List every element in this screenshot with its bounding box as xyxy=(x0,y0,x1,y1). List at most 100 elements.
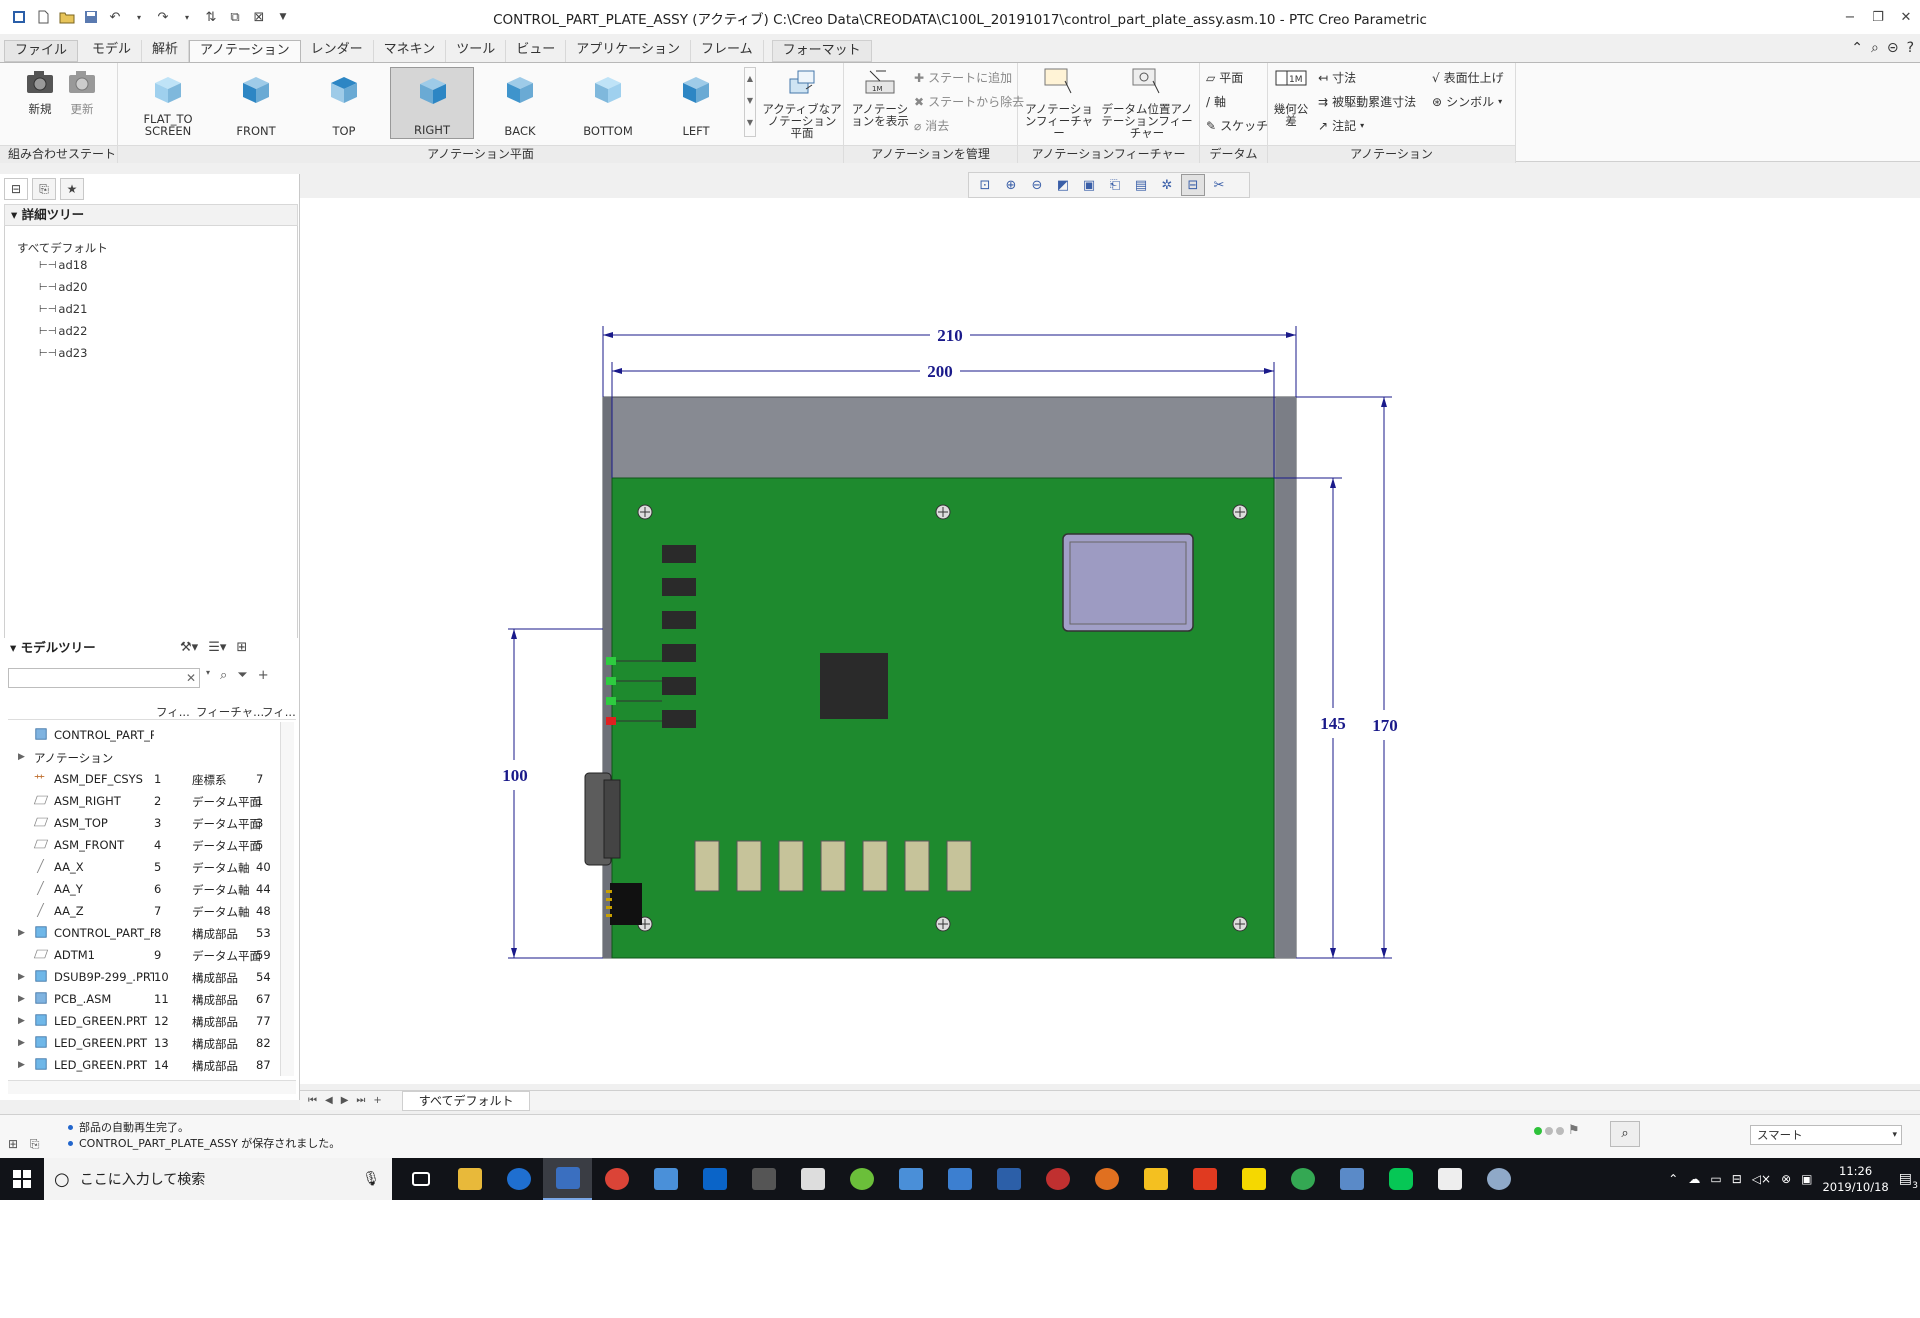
detail-item[interactable]: ⊢⊣ ad20 xyxy=(39,280,87,294)
next-tab-icon[interactable]: ▶ xyxy=(341,1095,349,1106)
planes-scroll[interactable]: ▲ ▼ ▼ xyxy=(744,67,756,137)
expand-arrow-icon[interactable]: ▶ xyxy=(18,928,25,938)
windows-icon[interactable]: ⧉ xyxy=(226,8,244,26)
model-tree-row[interactable]: ASM_RIGHT 2 データム平面 1 xyxy=(8,790,278,812)
m-app-icon[interactable] xyxy=(1131,1158,1180,1200)
detail-item[interactable]: ⊢⊣ ad21 xyxy=(39,302,87,316)
detail-item[interactable]: ⊢⊣ ad18 xyxy=(39,258,87,272)
saved-orientations-icon[interactable]: ⎗ xyxy=(1103,174,1127,196)
detail-item[interactable]: ⊢⊣ ad22 xyxy=(39,324,87,338)
graphics-area[interactable]: 210 200 145 170 100 xyxy=(300,198,1920,1084)
detail-root[interactable]: すべてデフォルト xyxy=(17,240,108,256)
plane-flat-to-screen-button[interactable]: FLAT_TO SCREEN xyxy=(126,67,210,139)
update-state-button[interactable]: 更新 xyxy=(62,67,102,115)
gtol-button[interactable]: 1M 幾何公差 xyxy=(1272,67,1310,127)
volume-icon[interactable]: ◁× xyxy=(1752,1172,1771,1186)
expand-arrow-icon[interactable]: ▶ xyxy=(18,994,25,1004)
display-style-icon[interactable]: ▣ xyxy=(1077,174,1101,196)
model-tree-row[interactable]: AA_Y 6 データム軸 44 xyxy=(8,878,278,900)
maximize-button[interactable]: ❐ xyxy=(1864,0,1892,34)
close-button[interactable]: ✕ xyxy=(1892,0,1920,34)
folder-sync-icon[interactable] xyxy=(886,1158,935,1200)
browser-toggle-icon[interactable]: ⎘ xyxy=(30,1137,40,1151)
plane-right-button[interactable]: RIGHT xyxy=(390,67,474,139)
tab-annotation[interactable]: アノテーション xyxy=(189,40,301,62)
model-tree-row[interactable]: ▶ LED_GREEN.PRT 12 構成部品 77 xyxy=(8,1010,278,1032)
model-tree-row[interactable]: AA_X 5 データム軸 40 xyxy=(8,856,278,878)
datum-plane-button[interactable]: ▱ 平面 xyxy=(1206,69,1243,86)
tree-columns-icon[interactable]: ☰▾ xyxy=(208,640,226,655)
windows-start-icon[interactable] xyxy=(0,1158,44,1200)
show-annotation-button[interactable]: 1M アノテーションを表示 xyxy=(850,67,910,127)
regenerate-icon[interactable]: ⇅ xyxy=(202,8,220,26)
prev-tab-icon[interactable]: ◀ xyxy=(325,1095,333,1106)
dimension-100[interactable]: 100 xyxy=(502,766,528,785)
chevron-down-icon[interactable]: ▾ xyxy=(206,668,210,683)
open-folder-icon[interactable] xyxy=(58,8,76,26)
window-tab-all-default[interactable]: すべてデフォルト xyxy=(401,1090,531,1111)
refit-icon[interactable]: ⊡ xyxy=(973,174,997,196)
redo-icon[interactable]: ↷ xyxy=(154,8,172,26)
remote-icon[interactable] xyxy=(641,1158,690,1200)
datum-annotation-feature-button[interactable]: データム位置アノテーションフィーチャー xyxy=(1098,67,1196,139)
paint-icon[interactable] xyxy=(1474,1158,1523,1200)
add-to-state-button[interactable]: ✚ ステートに追加 xyxy=(914,69,1012,86)
model-tree-row[interactable]: ▶ PCB_.ASM 11 構成部品 67 xyxy=(8,988,278,1010)
repaint-icon[interactable]: ◩ xyxy=(1051,174,1075,196)
model-tree-row[interactable]: ▶ LED_GREEN.PRT 13 構成部品 82 xyxy=(8,1032,278,1054)
model-tree-row[interactable]: ASM_TOP 3 データム平面 3 xyxy=(8,812,278,834)
model-tree-row[interactable]: ▶ DSUB9P-299_.PRT 10 構成部品 54 xyxy=(8,966,278,988)
favorites-tab-icon[interactable]: ★ xyxy=(60,178,84,200)
annotation-display-icon[interactable]: ⊟ xyxy=(1181,174,1205,196)
save-icon[interactable] xyxy=(82,8,100,26)
calendar-icon[interactable] xyxy=(788,1158,837,1200)
selection-filter[interactable]: スマート ▾ xyxy=(1750,1125,1902,1145)
group-label-planes[interactable]: アノテーション平面 xyxy=(118,145,843,163)
chrome-icon[interactable] xyxy=(592,1158,641,1200)
ime-icon[interactable]: ▣ xyxy=(1801,1172,1812,1186)
column-header[interactable]: フィ... xyxy=(262,704,296,720)
group-label-datum[interactable]: データム xyxy=(1200,145,1267,163)
expand-arrow-icon[interactable]: ▶ xyxy=(18,1016,25,1026)
minimize-button[interactable]: − xyxy=(1836,0,1864,34)
spin-center-icon[interactable]: ✂ xyxy=(1207,174,1231,196)
model-tree-row[interactable]: AA_Z 7 データム軸 48 xyxy=(8,900,278,922)
chrome-profile-icon[interactable] xyxy=(1278,1158,1327,1200)
column-header[interactable]: フィーチャ... xyxy=(196,704,264,720)
tab-tools[interactable]: ツール xyxy=(446,40,507,62)
outlook-icon[interactable] xyxy=(690,1158,739,1200)
undo-icon[interactable]: ↶ xyxy=(106,8,124,26)
group-label-state[interactable]: 組み合わせステート xyxy=(0,145,117,163)
network-icon[interactable]: ⊟ xyxy=(1732,1172,1742,1186)
viewer-app-icon[interactable] xyxy=(1327,1158,1376,1200)
notification-icon[interactable]: ▤ 3 xyxy=(1899,1171,1918,1191)
expand-arrow-icon[interactable]: ▶ xyxy=(18,1060,25,1070)
model-tree-header[interactable]: ▾ モデルツリー xyxy=(4,638,298,660)
plane-left-button[interactable]: LEFT xyxy=(654,67,738,139)
surface-finish-button[interactable]: √ 表面仕上げ xyxy=(1432,69,1504,86)
column-header[interactable]: フィ... xyxy=(156,704,190,720)
group-label-manage[interactable]: アノテーションを管理 xyxy=(844,145,1017,163)
model-tree-search-input[interactable] xyxy=(8,668,200,688)
model-tree-row[interactable]: ASM_FRONT 4 データム平面 5 xyxy=(8,834,278,856)
tab-file[interactable]: ファイル xyxy=(4,40,79,62)
last-tab-icon[interactable]: ⏭ xyxy=(356,1095,365,1106)
note-button[interactable]: ↗ 注記 ▾ xyxy=(1318,117,1364,134)
undo-dropdown-icon[interactable]: ▾ xyxy=(130,8,148,26)
erase-button[interactable]: ⌀ 消去 xyxy=(914,117,949,134)
creo-icon[interactable] xyxy=(543,1158,592,1200)
model-tree-row[interactable]: ▶ CONTROL_PART_F 8 構成部品 53 xyxy=(8,922,278,944)
tree-display-icon[interactable]: ⊞ xyxy=(236,640,247,655)
model-tree-row[interactable]: ADTM1 9 データム平面 59 xyxy=(8,944,278,966)
new-file-icon[interactable] xyxy=(34,8,52,26)
tab-manikin[interactable]: マネキン xyxy=(374,40,447,62)
flag-icon[interactable]: ⚑ xyxy=(1568,1123,1580,1138)
filter-icon[interactable]: ⏷ xyxy=(237,668,247,683)
microphone-icon[interactable]: 🎙 xyxy=(362,1171,392,1187)
view-manager-icon[interactable]: ▤ xyxy=(1129,174,1153,196)
tab-model[interactable]: モデル xyxy=(82,40,143,62)
creo-app-icon[interactable] xyxy=(984,1158,1033,1200)
dimension-170[interactable]: 170 xyxy=(1372,716,1398,735)
new-state-button[interactable]: 新規 xyxy=(20,67,60,115)
first-tab-icon[interactable]: ⏮ xyxy=(308,1095,317,1106)
